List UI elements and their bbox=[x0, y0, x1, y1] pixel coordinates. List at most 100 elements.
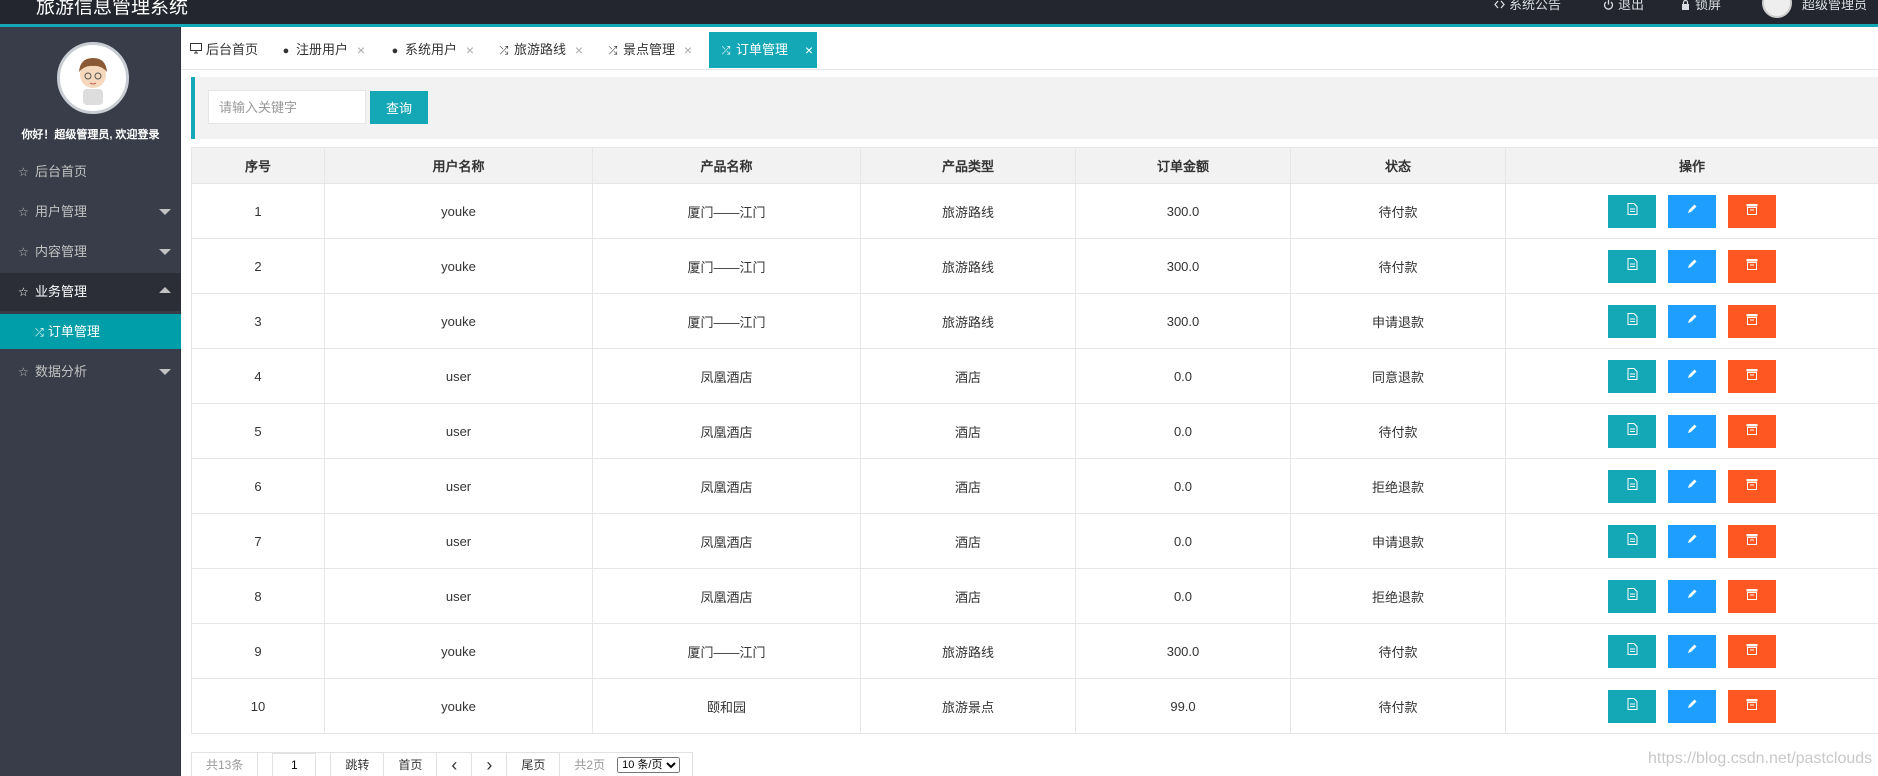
view-button[interactable] bbox=[1608, 414, 1656, 448]
delete-button[interactable] bbox=[1728, 579, 1776, 613]
sidebar-item-dashboard[interactable]: ☆ 后台首页 bbox=[0, 153, 181, 191]
order-amount-cell: 300.0 bbox=[1075, 623, 1291, 679]
view-button[interactable] bbox=[1608, 689, 1656, 723]
view-button[interactable] bbox=[1608, 249, 1656, 283]
order-amount-cell: 300.0 bbox=[1075, 183, 1291, 239]
delete-button[interactable] bbox=[1728, 414, 1776, 448]
tab-system-users[interactable]: ● 系统用户 × bbox=[388, 32, 478, 68]
view-button[interactable] bbox=[1608, 469, 1656, 503]
delete-button[interactable] bbox=[1728, 469, 1776, 503]
sidebar-item-content-management[interactable]: ☆ 内容管理 bbox=[0, 233, 181, 271]
row-index-cell: 8 bbox=[191, 568, 325, 624]
delete-button[interactable] bbox=[1728, 194, 1776, 228]
sidebar-item-business-management[interactable]: ☆ 业务管理 bbox=[0, 273, 181, 311]
next-page-button[interactable]: › bbox=[472, 753, 508, 776]
page-size-select[interactable]: 10 条/页 bbox=[617, 757, 681, 773]
close-icon[interactable]: × bbox=[466, 32, 474, 68]
pencil-icon bbox=[1686, 479, 1698, 493]
edit-button[interactable] bbox=[1668, 414, 1716, 448]
edit-button[interactable] bbox=[1668, 249, 1716, 283]
view-button[interactable] bbox=[1608, 359, 1656, 393]
order-status-cell: 申请退款 bbox=[1290, 513, 1506, 569]
star-icon: ☆ bbox=[18, 165, 29, 179]
table-body: 1 youke 厦门——江门 旅游路线 300.0 待付款 2 youke 厦门——江门 旅游路线… bbox=[191, 183, 1878, 734]
tab-dashboard[interactable]: 后台首页 bbox=[189, 32, 275, 68]
sidebar-item-data-analysis[interactable]: ☆ 数据分析 bbox=[0, 353, 181, 391]
pagination: 共13条 跳转首页‹›尾页共2页 10 条/页 bbox=[191, 752, 694, 776]
tab-orders[interactable]: ⤮ 订单管理 × bbox=[709, 32, 817, 68]
view-button[interactable] bbox=[1608, 634, 1656, 668]
edit-button[interactable] bbox=[1668, 579, 1716, 613]
page-input[interactable] bbox=[272, 753, 317, 776]
sidebar-item-user-management[interactable]: ☆ 用户管理 bbox=[0, 193, 181, 231]
table-row: 6 user 凤凰酒店 酒店 0.0 拒绝退款 bbox=[191, 458, 1878, 514]
top-bar: 旅游信息管理系统 系统公告 退出 锁屏 超级管理员 bbox=[0, 0, 1878, 27]
edit-button[interactable] bbox=[1668, 524, 1716, 558]
close-icon[interactable]: × bbox=[805, 32, 813, 68]
tab-travel-routes[interactable]: ⤮ 旅游路线 × bbox=[497, 32, 587, 68]
delete-button[interactable] bbox=[1728, 359, 1776, 393]
pencil-icon bbox=[1686, 369, 1698, 383]
table-row: 3 youke 厦门——江门 旅游路线 300.0 申请退款 bbox=[191, 293, 1878, 349]
view-button[interactable] bbox=[1608, 579, 1656, 613]
edit-button[interactable] bbox=[1668, 359, 1716, 393]
search-input[interactable] bbox=[208, 90, 366, 124]
tab-registered-users[interactable]: ● 注册用户 × bbox=[279, 32, 369, 68]
view-button[interactable] bbox=[1608, 304, 1656, 338]
edit-button[interactable] bbox=[1668, 469, 1716, 503]
view-button[interactable] bbox=[1608, 524, 1656, 558]
edit-button[interactable] bbox=[1668, 194, 1716, 228]
view-button[interactable] bbox=[1608, 194, 1656, 228]
document-icon bbox=[1627, 697, 1638, 713]
close-icon[interactable]: × bbox=[684, 32, 692, 68]
tab-attractions[interactable]: ⤮ 景点管理 × bbox=[606, 32, 696, 68]
edit-button[interactable] bbox=[1668, 304, 1716, 338]
document-icon bbox=[1627, 477, 1638, 493]
close-icon[interactable]: × bbox=[357, 32, 365, 68]
column-header: 操作 bbox=[1505, 147, 1878, 184]
actions-cell bbox=[1505, 568, 1878, 624]
document-icon bbox=[1627, 312, 1638, 328]
column-header: 状态 bbox=[1290, 147, 1506, 184]
sidebar-subitem-order-management[interactable]: ⤮ 订单管理 bbox=[0, 314, 181, 349]
logout-link[interactable]: 退出 bbox=[1603, 0, 1644, 13]
jump-button[interactable]: 跳转 bbox=[331, 753, 385, 776]
delete-button[interactable] bbox=[1728, 249, 1776, 283]
delete-button[interactable] bbox=[1728, 524, 1776, 558]
product-name-cell: 颐和园 bbox=[592, 678, 861, 734]
tab-label: 旅游路线 bbox=[514, 42, 567, 57]
row-index-cell: 6 bbox=[191, 458, 325, 514]
shuffle-icon: ⤮ bbox=[721, 45, 731, 57]
prev-page-button[interactable]: ‹ bbox=[437, 753, 473, 776]
shuffle-icon: ⤮ bbox=[499, 45, 509, 57]
announcement-label: 系统公告 bbox=[1509, 0, 1562, 12]
delete-button[interactable] bbox=[1728, 689, 1776, 723]
edit-button[interactable] bbox=[1668, 689, 1716, 723]
user-menu[interactable]: 超级管理员 bbox=[1802, 0, 1867, 13]
table-row: 10 youke 颐和园 旅游景点 99.0 待付款 bbox=[191, 678, 1878, 734]
delete-button[interactable] bbox=[1728, 634, 1776, 668]
order-amount-cell: 0.0 bbox=[1075, 568, 1291, 624]
edit-button[interactable] bbox=[1668, 634, 1716, 668]
first-page-button[interactable]: 首页 bbox=[384, 753, 438, 776]
star-icon: ☆ bbox=[18, 245, 29, 259]
lock-screen-link[interactable]: 锁屏 bbox=[1680, 0, 1721, 13]
announcement-link[interactable]: 系统公告 bbox=[1494, 0, 1561, 13]
user-avatar[interactable] bbox=[1762, 0, 1792, 18]
user-name-cell: user bbox=[324, 568, 593, 624]
shuffle-icon: ⤮ bbox=[35, 327, 44, 339]
last-page-button[interactable]: 尾页 bbox=[507, 753, 561, 776]
close-icon[interactable]: × bbox=[575, 32, 583, 68]
row-index-cell: 4 bbox=[191, 348, 325, 404]
document-icon bbox=[1627, 202, 1638, 218]
actions-cell bbox=[1505, 238, 1878, 294]
product-name-cell: 凤凰酒店 bbox=[592, 458, 861, 514]
row-index-cell: 3 bbox=[191, 293, 325, 349]
actions-cell bbox=[1505, 293, 1878, 349]
row-index-cell: 2 bbox=[191, 238, 325, 294]
table-row: 7 user 凤凰酒店 酒店 0.0 申请退款 bbox=[191, 513, 1878, 569]
table-row: 1 youke 厦门——江门 旅游路线 300.0 待付款 bbox=[191, 183, 1878, 239]
search-button[interactable]: 查询 bbox=[370, 91, 428, 124]
shuffle-icon: ⤮ bbox=[608, 45, 618, 57]
delete-button[interactable] bbox=[1728, 304, 1776, 338]
